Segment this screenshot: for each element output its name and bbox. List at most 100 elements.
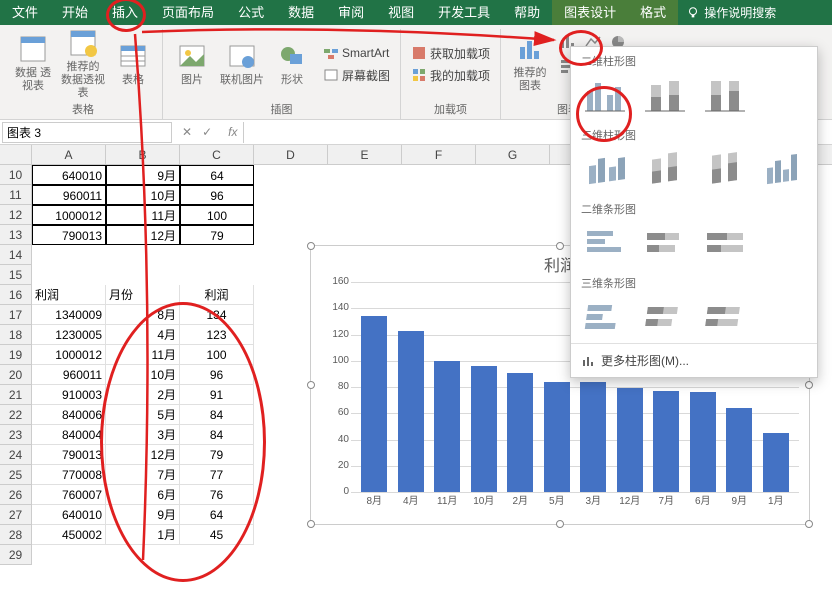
row-header-18[interactable]: 18: [0, 325, 31, 345]
tell-me-search[interactable]: 操作说明搜索: [686, 4, 776, 21]
cell[interactable]: 11月: [106, 205, 180, 225]
row-header-15[interactable]: 15: [0, 265, 31, 285]
cell[interactable]: 77: [180, 465, 254, 485]
cell[interactable]: 450002: [32, 525, 106, 545]
3d-stacked-bar-icon[interactable]: [641, 297, 689, 337]
tab-chart-design[interactable]: 图表设计: [552, 0, 628, 25]
row-header-22[interactable]: 22: [0, 405, 31, 425]
3d-clustered-column-icon[interactable]: [581, 149, 629, 189]
cell[interactable]: 76: [180, 485, 254, 505]
tab-insert[interactable]: 插入: [100, 0, 150, 25]
cell[interactable]: 64: [180, 165, 254, 185]
online-picture-button[interactable]: 联机图片: [219, 29, 265, 97]
chart-bar[interactable]: [434, 361, 460, 492]
recommended-charts-button[interactable]: 推荐的 图表: [507, 29, 553, 97]
chart-bar[interactable]: [617, 388, 643, 492]
smartart-button[interactable]: SmartArt: [319, 42, 394, 64]
cell[interactable]: 3月: [106, 425, 180, 445]
tab-file[interactable]: 文件: [0, 0, 50, 25]
cell[interactable]: 96: [180, 365, 254, 385]
tab-view[interactable]: 视图: [376, 0, 426, 25]
row-header-26[interactable]: 26: [0, 485, 31, 505]
select-all-corner[interactable]: [0, 145, 32, 165]
3d-100-stacked-column-icon[interactable]: [700, 149, 748, 189]
100-stacked-column-icon[interactable]: [701, 75, 749, 115]
fx-icon[interactable]: fx: [228, 125, 237, 139]
cell[interactable]: 1月: [106, 525, 180, 545]
tab-layout[interactable]: 页面布局: [150, 0, 226, 25]
tab-format[interactable]: 格式: [628, 0, 678, 25]
stacked-column-icon[interactable]: [641, 75, 689, 115]
name-box[interactable]: [2, 122, 172, 143]
cell[interactable]: 利润: [32, 285, 106, 305]
col-header-B[interactable]: B: [106, 145, 180, 164]
cell[interactable]: 910003: [32, 385, 106, 405]
col-header-A[interactable]: A: [32, 145, 106, 164]
cell[interactable]: 100: [180, 205, 254, 225]
shapes-button[interactable]: 形状: [269, 29, 315, 97]
row-header-21[interactable]: 21: [0, 385, 31, 405]
row-header-17[interactable]: 17: [0, 305, 31, 325]
cell[interactable]: 12月: [106, 225, 180, 245]
cell[interactable]: 84: [180, 425, 254, 445]
clustered-bar-icon[interactable]: [581, 223, 629, 263]
chart-bar[interactable]: [726, 408, 752, 492]
cell[interactable]: 1340009: [32, 305, 106, 325]
cell[interactable]: 790013: [32, 445, 106, 465]
cell[interactable]: 760007: [32, 485, 106, 505]
table-button[interactable]: 表格: [110, 29, 156, 97]
chart-bar[interactable]: [763, 433, 789, 492]
cell[interactable]: 123: [180, 325, 254, 345]
cell[interactable]: 960011: [32, 365, 106, 385]
cell[interactable]: 640010: [32, 165, 106, 185]
row-header-23[interactable]: 23: [0, 425, 31, 445]
tab-formulas[interactable]: 公式: [226, 0, 276, 25]
cell[interactable]: 4月: [106, 325, 180, 345]
cell[interactable]: 10月: [106, 365, 180, 385]
row-header-16[interactable]: 16: [0, 285, 31, 305]
3d-stacked-column-icon[interactable]: [641, 149, 689, 189]
more-column-charts-link[interactable]: 更多柱形图(M)...: [571, 343, 817, 377]
tab-review[interactable]: 审阅: [326, 0, 376, 25]
recommended-pivot-button[interactable]: 推荐的 数据透视表: [60, 29, 106, 97]
picture-button[interactable]: 图片: [169, 29, 215, 97]
chart-bar[interactable]: [361, 316, 387, 492]
cell[interactable]: 1000012: [32, 345, 106, 365]
row-header-13[interactable]: 13: [0, 225, 31, 245]
cancel-icon[interactable]: ✕: [182, 125, 192, 139]
get-addins-button[interactable]: 获取加载项: [407, 42, 494, 64]
3d-column-icon[interactable]: [760, 149, 808, 189]
col-header-E[interactable]: E: [328, 145, 402, 164]
cell[interactable]: 84: [180, 405, 254, 425]
cell[interactable]: 9月: [106, 165, 180, 185]
3d-100-stacked-bar-icon[interactable]: [701, 297, 749, 337]
row-header-28[interactable]: 28: [0, 525, 31, 545]
cell[interactable]: 100: [180, 345, 254, 365]
tab-dev[interactable]: 开发工具: [426, 0, 502, 25]
tab-home[interactable]: 开始: [50, 0, 100, 25]
cell[interactable]: 6月: [106, 485, 180, 505]
row-header-24[interactable]: 24: [0, 445, 31, 465]
row-header-27[interactable]: 27: [0, 505, 31, 525]
cell[interactable]: 960011: [32, 185, 106, 205]
row-header-20[interactable]: 20: [0, 365, 31, 385]
chart-bar[interactable]: [544, 382, 570, 492]
col-header-C[interactable]: C: [180, 145, 254, 164]
cell[interactable]: 840004: [32, 425, 106, 445]
cell[interactable]: 1000012: [32, 205, 106, 225]
stacked-bar-icon[interactable]: [641, 223, 689, 263]
cell[interactable]: 64: [180, 505, 254, 525]
cell[interactable]: 利润: [180, 285, 254, 305]
cell[interactable]: 11月: [106, 345, 180, 365]
cell[interactable]: 2月: [106, 385, 180, 405]
row-header-25[interactable]: 25: [0, 465, 31, 485]
chart-bar[interactable]: [580, 382, 606, 492]
cell[interactable]: 96: [180, 185, 254, 205]
cell[interactable]: 8月: [106, 305, 180, 325]
cell[interactable]: 91: [180, 385, 254, 405]
cell[interactable]: 9月: [106, 505, 180, 525]
chart-bar[interactable]: [690, 392, 716, 492]
cell[interactable]: 45: [180, 525, 254, 545]
cell[interactable]: 79: [180, 445, 254, 465]
cell[interactable]: 790013: [32, 225, 106, 245]
